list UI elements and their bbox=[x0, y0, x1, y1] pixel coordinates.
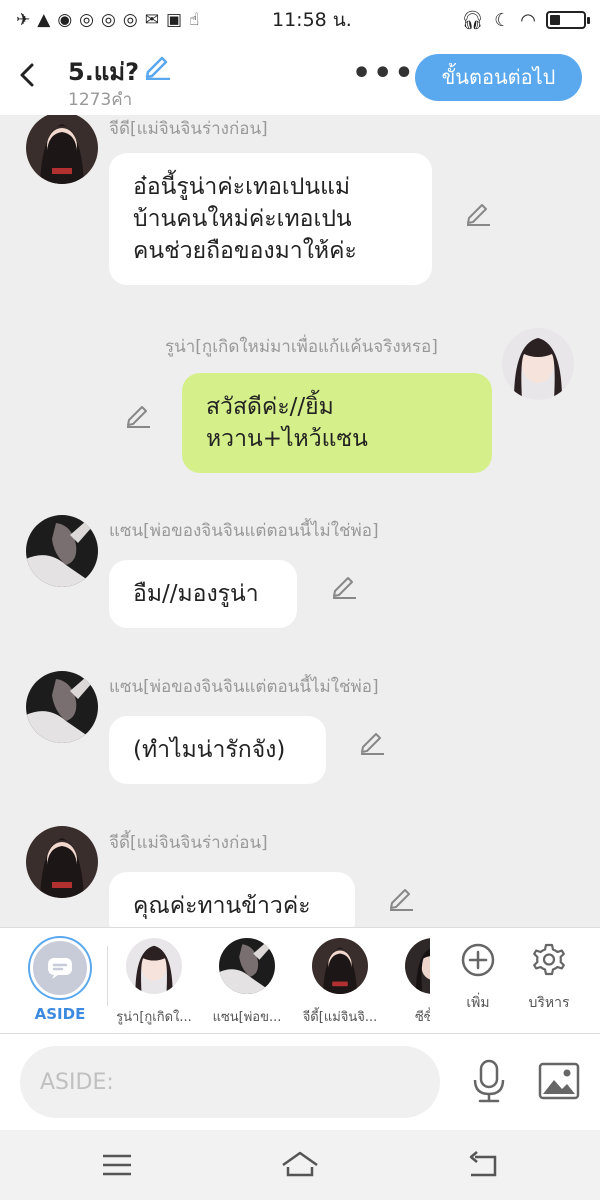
add-circle-icon bbox=[461, 943, 495, 977]
avatar-jidi[interactable] bbox=[26, 115, 98, 184]
chrome-icon: ◎ bbox=[122, 10, 138, 30]
message-sender-name: จีดี้[แม่จินจินร่างก่อน] bbox=[109, 833, 268, 853]
microphone-icon[interactable] bbox=[466, 1058, 512, 1104]
character-selector: ASIDE รูน่า[กูเกิดใ... แซน[พ่อข... จีดี้… bbox=[0, 927, 600, 1034]
character-label: รูน่า[กูเกิดใ... bbox=[116, 1010, 192, 1025]
gear-icon bbox=[533, 943, 565, 976]
character-runa[interactable]: รูน่า[กูเกิดใ... bbox=[108, 938, 200, 1027]
edit-message-icon[interactable] bbox=[387, 884, 415, 912]
avatar-san[interactable] bbox=[26, 515, 98, 587]
avatar bbox=[312, 938, 368, 994]
message-bubble-mine[interactable]: สวัสดีค่ะ//ยิ้ม หวาน+ไหว้แซน bbox=[182, 373, 492, 473]
character-label: แซน[พ่อข... bbox=[212, 1010, 282, 1025]
mail-icon: ✉ bbox=[144, 10, 159, 30]
battery-level bbox=[550, 15, 560, 25]
edit-message-icon[interactable] bbox=[464, 199, 492, 227]
battery-icon bbox=[546, 11, 590, 29]
avatar-jidi[interactable] bbox=[26, 826, 98, 898]
add-character-button[interactable]: เพิ่ม bbox=[443, 942, 513, 1014]
avatar bbox=[219, 938, 275, 994]
airplane-icon: ✈ bbox=[16, 10, 31, 30]
wifi-icon: ◠ bbox=[520, 9, 536, 31]
aside-label: ASIDE bbox=[34, 1005, 86, 1023]
home-icon[interactable] bbox=[280, 1148, 320, 1182]
more-options-icon[interactable]: ••• bbox=[352, 56, 416, 91]
next-step-button[interactable]: ขั้นตอนต่อไป bbox=[415, 54, 582, 101]
manage-button[interactable]: บริหาร bbox=[514, 942, 584, 1014]
edit-message-icon[interactable] bbox=[358, 728, 386, 756]
chrome-icon: ◎ bbox=[101, 10, 116, 30]
aside-button[interactable] bbox=[30, 938, 90, 998]
message-sender-name: แซน[พ่อของจินจินแต่ตอนนี้ไม่ใช่พ่อ] bbox=[109, 521, 379, 541]
headphones-icon: 🎧︎ bbox=[461, 9, 485, 31]
edit-message-icon[interactable] bbox=[330, 572, 358, 600]
status-bar: ✈ ▲ ◉ ◎ ◎ ◎ ✉ ▣ ☝ 11:58 น. 🎧︎ ☾ ◠ bbox=[0, 0, 600, 40]
chat-area[interactable]: จีดี[แม่จินจินร่างก่อน] อ๋อนี้รูน่าค่ะเท… bbox=[0, 115, 600, 927]
menu-icon[interactable] bbox=[97, 1148, 137, 1182]
navigation-bar bbox=[0, 1130, 600, 1200]
message-bubble[interactable]: คุณค่ะทานข้าวค่ะ bbox=[109, 872, 355, 927]
character-san[interactable]: แซน[พ่อข... bbox=[201, 938, 293, 1027]
system-icons: 🎧︎ ☾ ◠ bbox=[461, 9, 590, 31]
character-list[interactable]: รูน่า[กูเกิดใ... แซน[พ่อข... จีดี้[แม่จิ… bbox=[108, 928, 430, 1033]
clock: 11:58 น. bbox=[272, 9, 352, 31]
message-sender-name: แซน[พ่อของจินจินแต่ตอนนี้ไม่ใช่พ่อ] bbox=[109, 677, 379, 697]
message-sender-name: จีดี[แม่จินจินร่างก่อน] bbox=[109, 119, 268, 139]
character-label: ซีซี้[เข bbox=[414, 1010, 430, 1025]
avatar-runa[interactable] bbox=[502, 328, 574, 400]
character-jidi[interactable]: จีดี้[แม่จินจิ... bbox=[294, 938, 386, 1027]
avatar bbox=[126, 938, 182, 994]
avatar-san[interactable] bbox=[26, 671, 98, 743]
message-bubble[interactable]: อ๋อนี้รูน่าค่ะเทอเปนแม่ บ้านคนใหม่ค่ะเทอ… bbox=[109, 153, 432, 285]
avatar bbox=[405, 938, 430, 994]
back-arrow-icon[interactable] bbox=[14, 58, 40, 92]
chat-header: 5.แม่? 1273คำ ••• ขั้นตอนต่อไป bbox=[0, 40, 600, 115]
manage-label: บริหาร bbox=[528, 995, 570, 1011]
message-input[interactable] bbox=[20, 1046, 440, 1118]
notification-icons: ✈ ▲ ◉ ◎ ◎ ◎ ✉ ▣ ☝ bbox=[16, 10, 199, 30]
moon-icon: ☾ bbox=[494, 9, 511, 31]
character-label: จีดี้[แม่จินจิ... bbox=[302, 1010, 378, 1025]
hand-icon: ☝ bbox=[189, 10, 200, 30]
message-bubble[interactable]: อืม//มองรูน่า bbox=[109, 560, 297, 628]
voicemail-icon: ▣ bbox=[165, 10, 183, 30]
chat-bubble-icon bbox=[48, 958, 72, 979]
edit-message-icon[interactable] bbox=[124, 401, 152, 429]
add-label: เพิ่ม bbox=[466, 995, 490, 1011]
message-sender-name: รูน่า[กูเกิดใหม่มาเพื่อแก้แค้นจริงหรอ] bbox=[165, 337, 438, 357]
warning-icon: ▲ bbox=[37, 10, 51, 30]
word-count: 1273คำ bbox=[68, 90, 133, 110]
back-nav-icon[interactable] bbox=[463, 1148, 503, 1182]
image-icon[interactable] bbox=[537, 1060, 581, 1102]
character-cc[interactable]: ซีซี้[เข bbox=[387, 938, 430, 1027]
input-bar bbox=[0, 1034, 600, 1130]
edit-title-icon[interactable] bbox=[142, 52, 172, 80]
chrome-icon: ◎ bbox=[79, 10, 95, 30]
message-bubble[interactable]: (ทำไมน่ารักจัง) bbox=[109, 716, 326, 784]
messenger-icon: ◉ bbox=[57, 10, 73, 30]
